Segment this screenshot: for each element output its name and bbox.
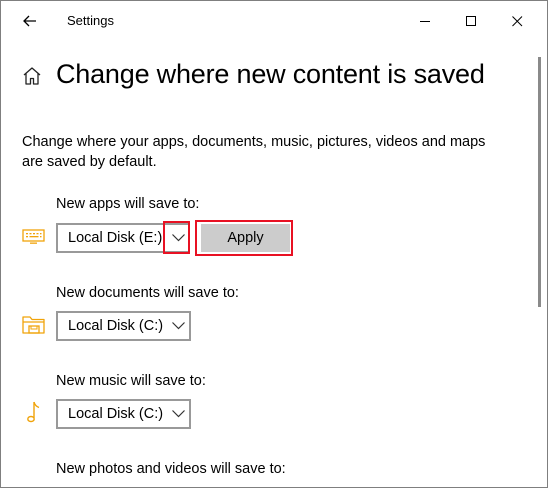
maximize-button[interactable] bbox=[448, 1, 494, 41]
apps-save-label: New apps will save to: bbox=[56, 196, 200, 212]
minimize-icon bbox=[419, 20, 430, 22]
minimize-button[interactable] bbox=[402, 1, 448, 41]
music-drive-dropdown[interactable]: Local Disk (C:) bbox=[56, 399, 191, 429]
window-title: Settings bbox=[67, 13, 114, 28]
music-drive-value: Local Disk (C:) bbox=[68, 406, 164, 422]
maximize-icon bbox=[465, 15, 476, 26]
back-arrow-icon bbox=[23, 15, 36, 27]
close-button[interactable] bbox=[494, 1, 540, 41]
chevron-down-icon bbox=[167, 313, 189, 339]
folder-icon bbox=[21, 312, 47, 338]
scrollbar-thumb[interactable] bbox=[538, 57, 541, 307]
music-note-icon bbox=[21, 399, 47, 425]
home-icon[interactable] bbox=[21, 65, 43, 87]
apply-button[interactable]: Apply bbox=[201, 224, 290, 252]
chevron-down-icon bbox=[167, 401, 189, 427]
documents-drive-value: Local Disk (C:) bbox=[68, 318, 164, 334]
page-description: Change where your apps, documents, music… bbox=[22, 134, 486, 170]
documents-save-label: New documents will save to: bbox=[56, 285, 239, 301]
apps-drive-value: Local Disk (E:) bbox=[68, 230, 163, 246]
monitor-keyboard-icon bbox=[21, 223, 47, 249]
documents-drive-dropdown[interactable]: Local Disk (C:) bbox=[56, 311, 191, 341]
photos-save-label: New photos and videos will save to: bbox=[56, 461, 286, 477]
page-title: Change where new content is saved bbox=[56, 59, 485, 89]
back-button[interactable] bbox=[13, 7, 47, 35]
dropdown-arrow-highlight bbox=[163, 221, 190, 254]
music-save-label: New music will save to: bbox=[56, 373, 206, 389]
title-bar: Settings bbox=[1, 1, 547, 41]
close-icon bbox=[511, 15, 522, 26]
settings-window: Settings Change where new content is sav… bbox=[0, 0, 548, 488]
